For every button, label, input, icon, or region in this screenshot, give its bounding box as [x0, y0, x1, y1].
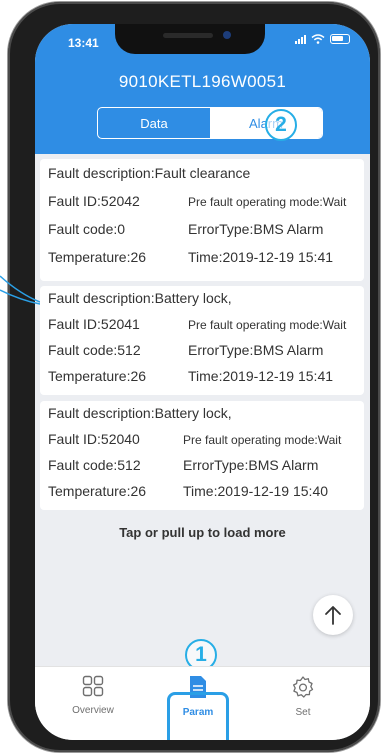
temperature: Temperature:26	[48, 249, 147, 265]
alarm-row: Fault code:0 ErrorType:BMS Alarm	[48, 221, 364, 247]
alarm-description-row: Fault description:Battery lock,	[48, 405, 364, 431]
annotation-marker-2: 2	[265, 109, 297, 141]
pre-fault-mode: Pre fault operating mode:Wait	[183, 433, 342, 447]
pre-fault-mode: Pre fault operating mode:Wait	[188, 318, 347, 332]
error-type: ErrorType:BMS Alarm	[188, 342, 324, 358]
callout-line	[0, 275, 40, 305]
fault-id: Fault ID:52041	[48, 316, 140, 332]
grid-icon	[82, 675, 104, 697]
status-icons	[295, 34, 350, 44]
temperature: Temperature:26	[48, 368, 147, 384]
nav-item-overview[interactable]: Overview	[58, 675, 128, 716]
scroll-top-button[interactable]	[313, 595, 353, 635]
alarm-row: Temperature:26 Time:2019-12-19 15:41	[48, 368, 364, 394]
alarm-time: Time:2019-12-19 15:41	[188, 249, 334, 265]
phone-frame: 13:41 9010KETL196W0051 Data Alarm	[8, 2, 380, 752]
fault-code: Fault code:512	[48, 457, 141, 473]
notch	[115, 24, 265, 54]
alarm-row: Temperature:26 Time:2019-12-19 15:41	[48, 249, 364, 275]
bottom-nav: Overview Param Set	[35, 666, 370, 740]
alarm-row: Fault ID:52041 Pre fault operating mode:…	[48, 316, 364, 342]
alarm-time: Time:2019-12-19 15:40	[183, 483, 329, 499]
highlight-box	[167, 692, 229, 740]
load-more-text[interactable]: Tap or pull up to load more	[35, 525, 370, 540]
tab-data-label: Data	[140, 115, 168, 131]
alarm-row: Fault ID:52042 Pre fault operating mode:…	[48, 193, 364, 219]
alarm-row: Temperature:26 Time:2019-12-19 15:40	[48, 483, 364, 509]
alarm-description-row: Fault description:Battery lock,	[48, 290, 364, 316]
speaker	[163, 33, 213, 38]
alarm-time: Time:2019-12-19 15:41	[188, 368, 334, 384]
nav-label: Set	[295, 707, 311, 718]
fault-code: Fault code:0	[48, 221, 126, 237]
alarm-row: Fault code:512 ErrorType:BMS Alarm	[48, 342, 364, 368]
nav-label: Overview	[72, 705, 114, 716]
alarm-row: Fault code:512 ErrorType:BMS Alarm	[48, 457, 364, 483]
wifi-icon	[311, 34, 325, 44]
fault-description: Fault description:Battery lock,	[48, 405, 232, 421]
gear-icon	[292, 676, 314, 698]
status-time: 13:41	[68, 36, 99, 50]
alarm-list: Fault description:Fault clearance Fault …	[35, 154, 370, 671]
alarm-description-row: Fault description:Fault clearance	[48, 165, 364, 191]
signal-icon	[295, 34, 306, 44]
fault-description: Fault description:Fault clearance	[48, 165, 251, 181]
battery-icon	[330, 34, 350, 44]
error-type: ErrorType:BMS Alarm	[183, 457, 319, 473]
error-type: ErrorType:BMS Alarm	[188, 221, 324, 237]
pre-fault-mode: Pre fault operating mode:Wait	[188, 195, 347, 209]
tab-data[interactable]: Data	[98, 108, 210, 138]
fault-id: Fault ID:52040	[48, 431, 140, 447]
alarm-card[interactable]: Fault description:Fault clearance Fault …	[40, 159, 364, 281]
arrow-up-icon	[325, 606, 341, 625]
app-screen: 13:41 9010KETL196W0051 Data Alarm	[35, 24, 370, 740]
fault-id: Fault ID:52042	[48, 193, 140, 209]
alarm-card[interactable]: Fault description:Battery lock, Fault ID…	[40, 286, 364, 395]
alarm-card[interactable]: Fault description:Battery lock, Fault ID…	[40, 401, 364, 510]
alarm-row: Fault ID:52040 Pre fault operating mode:…	[48, 431, 364, 457]
fault-description: Fault description:Battery lock,	[48, 290, 232, 306]
device-title: 9010KETL196W0051	[118, 72, 287, 91]
nav-item-set[interactable]: Set	[268, 675, 338, 718]
temperature: Temperature:26	[48, 483, 147, 499]
fault-code: Fault code:512	[48, 342, 141, 358]
camera	[223, 31, 231, 39]
